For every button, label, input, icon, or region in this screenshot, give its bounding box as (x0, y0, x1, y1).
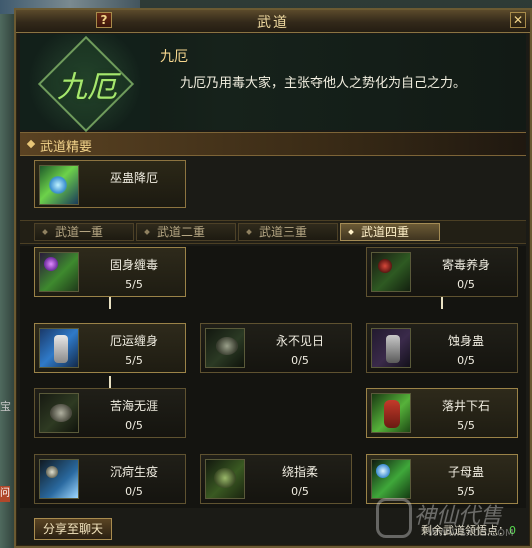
school-emblem: 九厄 (20, 34, 150, 133)
tab-tier-3[interactable]: 武道三重 (238, 223, 338, 241)
skill-name: 蚀身蛊 (447, 334, 484, 348)
watermark-text: 神仙代售 (414, 504, 503, 529)
tab-tier-2[interactable]: 武道二重 (136, 223, 236, 241)
window-title: 武道 (257, 15, 289, 31)
blue-orb-icon (371, 459, 411, 499)
tab-diamond-icon (246, 229, 252, 235)
green-swirl-icon (39, 165, 79, 205)
school-name: 九厄 (160, 49, 188, 65)
skill-card-raozhirou[interactable]: 绕指柔 0/5 (200, 454, 352, 504)
skill-points: 5/5 (457, 419, 475, 432)
green-hand-icon (205, 459, 245, 499)
site-watermark: 神仙代售 WWW.SXDS.COM (370, 494, 532, 546)
school-description: 九厄乃用毒大家，主张夺他人之势化为自己之力。 (180, 76, 467, 91)
dark-bug-icon (205, 328, 245, 368)
blue-claw-icon (39, 459, 79, 499)
red-figure-icon (371, 393, 411, 433)
martial-way-window: ? 武道 ✕ 九厄 九厄 九厄乃用毒大家，主张夺他人之势化为自己之力。 武道精要… (14, 8, 532, 548)
skill-name: 绕指柔 (281, 465, 318, 479)
essentials-section-header: 武道精要 (20, 132, 526, 156)
skill-points: 0/5 (291, 485, 309, 498)
fist-icon (39, 393, 79, 433)
skill-connector (109, 376, 111, 388)
watermark-url: WWW.SXDS.COM (428, 528, 514, 539)
skill-points: 0/5 (291, 354, 309, 367)
skill-card-eyun-chanshen[interactable]: 厄运缠身 5/5 (34, 323, 186, 373)
skill-connector (109, 297, 111, 309)
skill-points: 5/5 (125, 278, 143, 291)
skill-name: 苦海无涯 (109, 399, 158, 413)
skill-card-gushen-chandu[interactable]: 固身缠毒 5/5 (34, 247, 186, 297)
skill-name: 沉疴生疫 (109, 465, 158, 479)
skill-card-luojing-xiashi[interactable]: 落井下石 5/5 (366, 388, 518, 438)
skill-card-jidu-yangshen[interactable]: 寄毒养身 0/5 (366, 247, 518, 297)
skill-card-shishen-gu[interactable]: 蚀身蛊 0/5 (366, 323, 518, 373)
skill-name: 寄毒养身 (441, 258, 490, 272)
skill-card-yongbu-jianri[interactable]: 永不见日 0/5 (200, 323, 352, 373)
tab-label: 武道二重 (157, 225, 206, 239)
skill-tree-grid: 固身缠毒 5/5 寄毒养身 0/5 厄运缠身 5/5 永不见日 0/5 蚀身蛊 … (20, 246, 526, 508)
skill-name: 落井下石 (441, 399, 490, 413)
watermark-logo-icon (376, 498, 412, 538)
tab-diamond-icon (144, 229, 150, 235)
skill-points: 0/5 (125, 485, 143, 498)
skill-name: 子母蛊 (447, 465, 484, 479)
tab-label: 武道四重 (361, 225, 410, 239)
emblem-calligraphy: 九厄 (57, 70, 117, 105)
tab-tier-1[interactable]: 武道一重 (34, 223, 134, 241)
share-to-chat-button[interactable]: 分享至聊天 (34, 518, 112, 540)
skill-name: 厄运缠身 (109, 334, 158, 348)
tab-tier-4[interactable]: 武道四重 (340, 223, 440, 241)
essence-skill-card[interactable]: 巫蛊降厄 (34, 160, 186, 208)
title-bar[interactable]: ? 武道 ✕ (16, 10, 530, 33)
section-title: 武道精要 (40, 140, 93, 155)
purple-arm-icon (371, 328, 411, 368)
tier-tabs: 武道一重 武道二重 武道三重 武道四重 (20, 220, 526, 244)
skill-connector (441, 297, 443, 309)
red-vine-icon (371, 252, 411, 292)
skill-points: 0/5 (457, 278, 475, 291)
tab-diamond-icon (348, 229, 354, 235)
background-text: 宝 (0, 400, 11, 413)
skill-name: 永不见日 (275, 334, 324, 348)
section-diamond-icon (26, 139, 36, 149)
armored-arm-icon (39, 328, 79, 368)
skill-name: 巫蛊降厄 (109, 171, 158, 185)
skill-points: 5/5 (125, 354, 143, 367)
side-badge[interactable]: 问 (0, 486, 10, 502)
skill-card-chenke-shengyi[interactable]: 沉疴生疫 0/5 (34, 454, 186, 504)
skill-card-kuhai-wuya[interactable]: 苦海无涯 0/5 (34, 388, 186, 438)
tab-diamond-icon (42, 229, 48, 235)
purple-poison-icon (39, 252, 79, 292)
tab-label: 武道一重 (55, 225, 104, 239)
skill-points: 0/5 (457, 354, 475, 367)
close-button[interactable]: ✕ (510, 12, 526, 28)
skill-name: 固身缠毒 (109, 258, 158, 272)
school-header: 九厄 九厄 九厄乃用毒大家，主张夺他人之势化为自己之力。 (20, 34, 526, 133)
skill-points: 0/5 (125, 419, 143, 432)
tab-label: 武道三重 (259, 225, 308, 239)
